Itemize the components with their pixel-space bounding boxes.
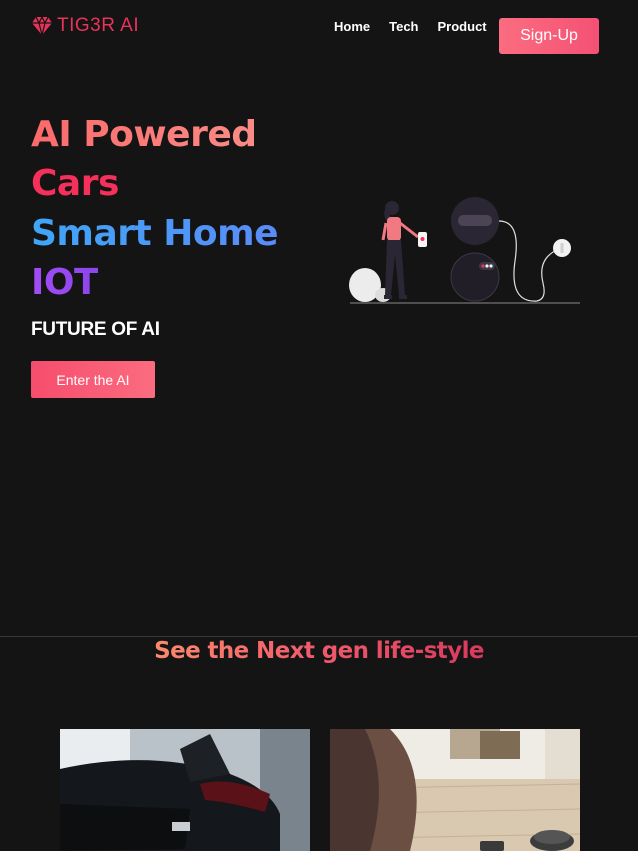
hero-line-smart-home: Smart Home [31, 213, 279, 254]
hero-line-ai-powered: AI Powered [31, 114, 257, 155]
nav-link-product[interactable]: Product [438, 19, 487, 34]
brand-name: TIG3R AI [57, 15, 140, 36]
diamond-icon [31, 16, 53, 36]
hero-tagline: FUTURE OF AI [31, 319, 160, 340]
section-title: See the Next gen life-style [0, 638, 638, 664]
page: TIG3R AI Home Tech Product Sign-Up AI Po… [0, 0, 638, 851]
navbar: TIG3R AI Home Tech Product Sign-Up [0, 0, 638, 70]
section-title-text: See the Next gen life-style [154, 638, 484, 664]
nav-link-home[interactable]: Home [334, 19, 370, 34]
section-divider [0, 636, 638, 637]
nav-link-tech[interactable]: Tech [389, 19, 418, 34]
card-car-photo[interactable] [60, 729, 310, 851]
car-photo [60, 729, 310, 851]
main-menu: Home Tech Product [334, 19, 487, 34]
signup-button[interactable]: Sign-Up [499, 18, 599, 54]
person-with-robot-illustration [345, 195, 585, 310]
enter-ai-button[interactable]: Enter the AI [31, 361, 155, 398]
brand-logo[interactable]: TIG3R AI [31, 15, 139, 37]
robot-vacuum-home-photo [330, 729, 580, 851]
hero-line-iot: IOT [31, 262, 99, 303]
hero-line-cars: Cars [31, 163, 119, 204]
card-home-photo[interactable] [330, 729, 580, 851]
